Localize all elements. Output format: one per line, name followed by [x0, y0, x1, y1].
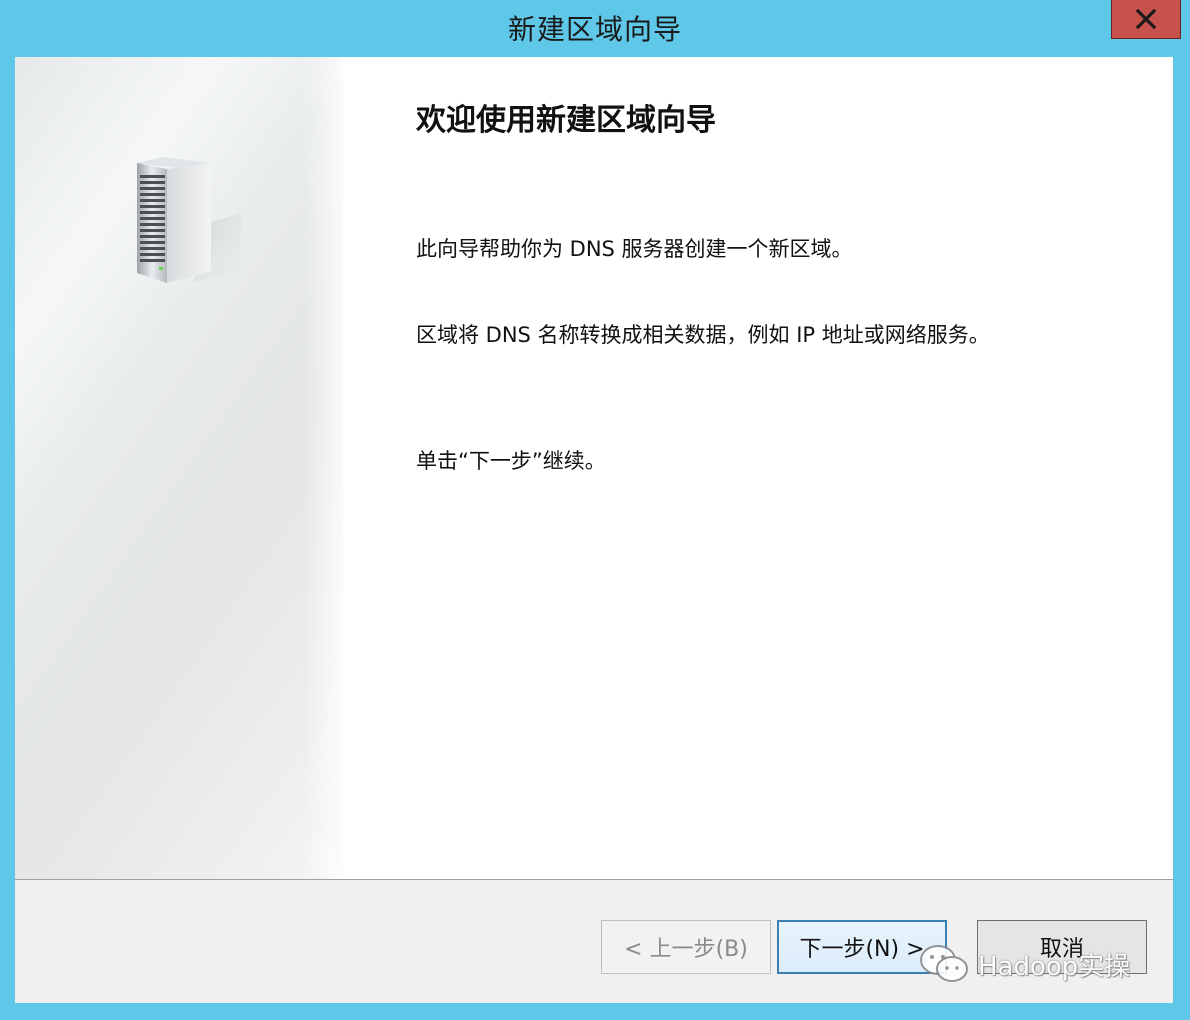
instruction-text: 单击“下一步”继续。 — [416, 449, 606, 473]
watermark-text: Hadoop实操 — [978, 951, 1131, 982]
server-icon — [137, 157, 241, 283]
wizard-client-area: 欢迎使用新建区域向导 此向导帮助你为 DNS 服务器创建一个新区域。 区域将 D… — [15, 57, 1173, 1003]
description-text-detail: 区域将 DNS 名称转换成相关数据，例如 IP 地址或网络服务。 — [416, 323, 990, 347]
wizard-side-panel — [15, 57, 383, 879]
close-icon — [1135, 9, 1157, 29]
page-heading: 欢迎使用新建区域向导 — [416, 103, 716, 138]
window-title: 新建区域向导 — [507, 13, 682, 46]
back-button[interactable]: < 上一步(B) — [601, 920, 771, 974]
wizard-window: 新建区域向导 欢迎使用新建区域向导 此向导帮助你为 DNS 服务器创建一个新区域… — [0, 0, 1190, 1020]
watermark: Hadoop实操 — [918, 940, 1130, 988]
title-bar: 新建区域向导 — [0, 0, 1190, 56]
description-text: 此向导帮助你为 DNS 服务器创建一个新区域。 — [416, 237, 853, 261]
close-button[interactable] — [1111, 0, 1181, 39]
wechat-icon — [920, 945, 968, 982]
